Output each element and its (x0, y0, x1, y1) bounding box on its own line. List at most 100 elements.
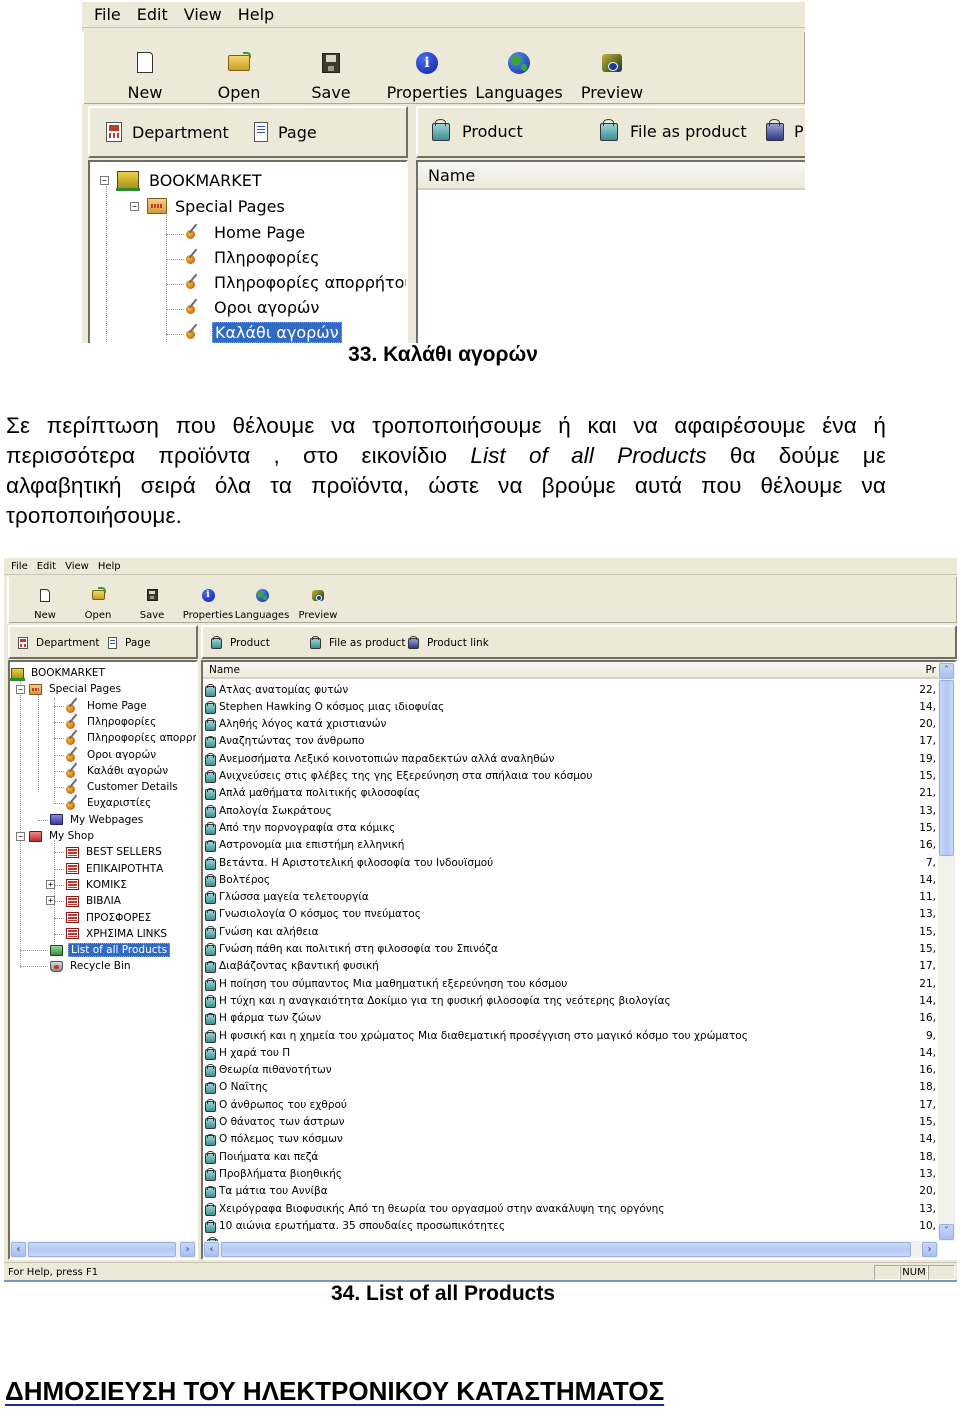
product-row[interactable]: Απολογία Σωκράτους 13, (203, 802, 938, 819)
page-button[interactable]: Page (108, 637, 150, 649)
menu-view[interactable]: View (184, 5, 222, 24)
file-as-product-button[interactable]: File as product (310, 635, 406, 649)
product-row[interactable]: Αναζητώντας τον άνθρωπο 17, (203, 733, 938, 750)
product-row[interactable]: Ανιχνεύσεις στις φλέβες της γης Εξερεύνη… (203, 768, 938, 785)
product-row[interactable]: Ποιήματα και πεζά 18, (203, 1148, 938, 1165)
tree-item-page[interactable]: Home Page (186, 220, 307, 244)
menu-edit[interactable]: Edit (37, 561, 56, 572)
scroll-left-button[interactable]: ‹ (11, 1242, 26, 1257)
collapse-icon[interactable]: − (16, 831, 25, 841)
menu-help[interactable]: Help (98, 561, 121, 572)
tree-item-page[interactable]: Πληροφορίες απορρήτου (66, 730, 196, 746)
open-button[interactable]: Open (81, 585, 115, 621)
tree-item-page[interactable]: Οροι αγορών (66, 747, 158, 763)
product-row[interactable]: Βολτέρος 14, (203, 871, 938, 888)
tree-item-bookmarket[interactable]: − BOOKMARKET (100, 168, 264, 192)
tree-item-list-all-products[interactable]: List of all Products (50, 942, 171, 958)
expand-icon[interactable]: + (46, 896, 55, 906)
product-row[interactable]: Η φάρμα των ζώων 16, (203, 1010, 938, 1027)
product-row[interactable]: Αληθής λόγος κατά χριστιανών 20, (203, 716, 938, 733)
tree-item-special-pages[interactable]: − Special Pages (130, 194, 287, 218)
product-row[interactable]: Ο άνθρωπος του εχθρού 17, (203, 1096, 938, 1113)
preview-button[interactable]: Preview (580, 46, 644, 102)
product-row[interactable]: Γνώση πάθη και πολιτική στη φιλοσοφία το… (203, 941, 938, 958)
scroll-right-button[interactable]: › (180, 1242, 195, 1257)
scroll-down-button[interactable]: ˅ (939, 1224, 954, 1240)
tree-item-department[interactable]: ΒΙΒΛΙΑ (66, 893, 123, 909)
product-row[interactable]: 10 αιώνια ερωτήματα. 35 σπουδαίες προσωπ… (203, 1217, 938, 1234)
menu-edit[interactable]: Edit (137, 5, 168, 24)
tree-item-special-pages[interactable]: − Special Pages (16, 681, 123, 697)
scroll-left-button[interactable]: ‹ (204, 1242, 219, 1257)
properties-button[interactable]: i Properties (386, 46, 468, 102)
tree-item-my-webpages[interactable]: My Webpages (50, 812, 145, 828)
product-row[interactable]: Η ποίηση του σύμπαντος Μια μαθηματική εξ… (203, 975, 938, 992)
product-row[interactable]: Ο Ναΐτης 18, (203, 1079, 938, 1096)
column-name-header[interactable]: Name (428, 166, 475, 185)
scroll-right-button[interactable]: › (922, 1242, 937, 1257)
product-row[interactable]: Γνώση και αλήθεια 15, (203, 923, 938, 940)
menu-help[interactable]: Help (238, 5, 274, 24)
tree-item-page[interactable]: Καλάθι αγορών (66, 763, 170, 779)
product-button[interactable]: Product (211, 635, 270, 649)
collapse-icon[interactable]: − (16, 684, 25, 694)
collapse-icon[interactable]: − (100, 175, 109, 185)
tree-item-department[interactable]: ΧΡΗΣΙΜΑ LINKS (66, 926, 169, 942)
product-row[interactable]: Διαβάζοντας κβαντική φυσική 17, (203, 958, 938, 975)
product-row[interactable]: Απλά μαθήματα πολιτικής φιλοσοφίας 21, (203, 785, 938, 802)
tree-item-page[interactable]: Πληροφορίες (186, 245, 322, 269)
tree-item-page-selected[interactable]: Καλάθι αγορών (186, 320, 342, 343)
product-row[interactable]: Ανεμοσήματα Λεξικό κοινοτοπιών παραδεκτώ… (203, 750, 938, 767)
tree-item-page[interactable]: Πληροφορίες (66, 714, 158, 730)
list-vertical-scrollbar[interactable]: ˄ ˅ (938, 662, 955, 1241)
product-row[interactable]: Αστρονομία μια επιστήμη ελληνική 16, (203, 837, 938, 854)
languages-button[interactable]: Languages (475, 46, 563, 102)
product-row[interactable]: Η χαρά του Π 14, (203, 1044, 938, 1061)
tree-item-department[interactable]: BEST SELLERS (66, 844, 164, 860)
page-button[interactable]: Page (254, 122, 317, 142)
department-button[interactable]: Department (106, 122, 229, 142)
product-row[interactable]: Stephen Hawking Ο κόσμος μιας ιδιοφυίας 1… (203, 698, 938, 715)
tree-item-page[interactable]: Home Page (66, 698, 149, 714)
save-button[interactable]: Save (136, 585, 168, 621)
file-as-product-button[interactable]: File as product (600, 118, 747, 141)
scrollbar-thumb[interactable] (939, 680, 954, 856)
expand-icon[interactable]: + (46, 879, 55, 889)
product-row[interactable]: Ο θάνατος των άστρων 15, (203, 1114, 938, 1131)
scroll-up-button[interactable]: ˄ (939, 663, 954, 679)
product-row[interactable]: Γνωσιολογία Ο κόσμος του πνεύματος 13, (203, 906, 938, 923)
column-price-header[interactable]: Pr (918, 664, 938, 676)
tree-item-department[interactable]: ΚΟΜΙΚΣ (66, 877, 129, 893)
scrollbar-thumb[interactable] (221, 1242, 911, 1257)
department-button[interactable]: Department (18, 637, 100, 649)
properties-button[interactable]: i Properties (183, 585, 233, 621)
product-row[interactable]: Η τύχη και η αναγκαιότητα Δοκίμιο για τη… (203, 992, 938, 1009)
product-row[interactable]: Ο πόλεμος των κόσμων 14, (203, 1131, 938, 1148)
tree-item-page[interactable]: Ευχαριστίες (66, 795, 153, 811)
new-button[interactable]: New (29, 585, 61, 621)
tree-item-bookmarket[interactable]: −BOOKMARKET (10, 665, 107, 681)
save-button[interactable]: Save (306, 46, 356, 102)
product-link-button[interactable]: Product link (408, 635, 489, 649)
product-row[interactable]: Από την πορνογραφία στα κόμικς 15, (203, 819, 938, 836)
product-row[interactable]: Γλώσσα μαγεία τελετουργία 11, (203, 889, 938, 906)
tree-item-page[interactable]: Οροι αγορών (186, 295, 321, 319)
product-row[interactable]: Βετάντα. Η Αριστοτελική φιλοσοφία του Ιν… (203, 854, 938, 871)
menu-file[interactable]: File (94, 5, 121, 24)
tree-item-my-shop[interactable]: − My Shop (16, 828, 96, 844)
preview-button[interactable]: Preview (298, 585, 338, 621)
collapse-icon[interactable]: − (130, 201, 139, 211)
product-row[interactable]: Χειρόγραφα Βιοφυσικής Από τη θεωρία του … (203, 1200, 938, 1217)
product-button[interactable]: Product (432, 118, 523, 141)
tree-item-recycle-bin[interactable]: Recycle Bin (50, 958, 133, 974)
tree-item-department[interactable]: ΕΠΙΚΑΙΡΟΤΗΤΑ (66, 861, 165, 877)
column-name-header[interactable]: Name (209, 664, 918, 676)
product-row[interactable]: Προβλήματα βιοηθικής 13, (203, 1165, 938, 1182)
new-button[interactable]: New (120, 46, 170, 102)
menu-file[interactable]: File (11, 561, 28, 572)
languages-button[interactable]: Languages (235, 585, 289, 621)
product-link-button[interactable]: P (766, 118, 804, 141)
product-row[interactable]: Τα μάτια του Αννίβα 20, (203, 1183, 938, 1200)
tree-item-page[interactable]: Πληροφορίες απορρήτου (186, 270, 406, 294)
product-row[interactable]: Ατλας ανατομίας φυτών 22, (203, 681, 938, 698)
